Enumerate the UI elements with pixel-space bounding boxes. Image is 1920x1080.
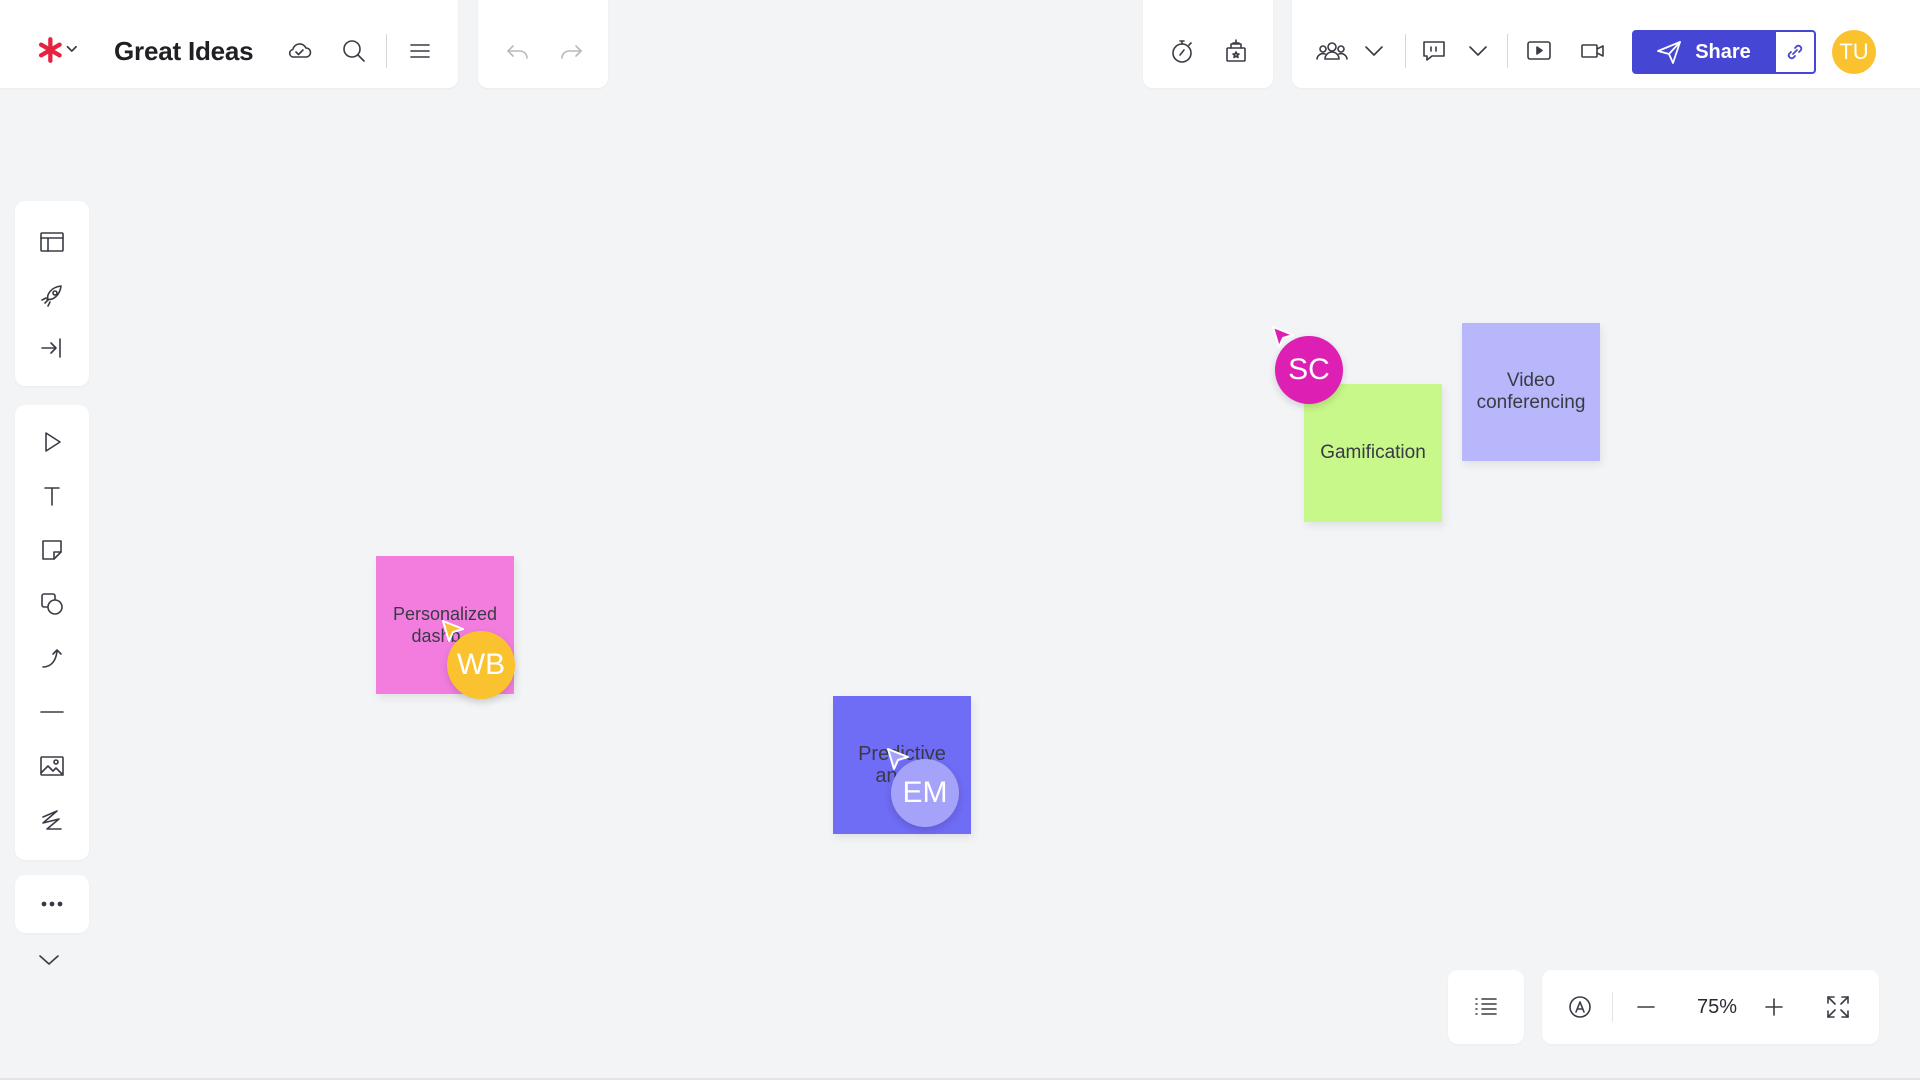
toolbar-divider <box>1507 34 1508 68</box>
zoom-level[interactable]: 75% <box>1687 996 1747 1019</box>
fullscreen-icon[interactable] <box>1820 989 1856 1025</box>
board-tools-panel <box>1143 0 1273 88</box>
copy-link-button[interactable] <box>1774 30 1816 74</box>
cloud-save-icon[interactable] <box>281 33 317 69</box>
sticky-note[interactable]: Video conferencing <box>1462 323 1600 461</box>
shapes-icon[interactable] <box>34 586 70 622</box>
collaboration-toolbar: Share TU <box>1292 0 1920 88</box>
toolbar-divider <box>1405 34 1406 68</box>
app-logo-icon <box>38 37 77 63</box>
left-toolbar-more <box>15 875 89 933</box>
outline-panel <box>1448 970 1524 1044</box>
outline-list-icon[interactable] <box>1468 989 1504 1025</box>
autofit-icon[interactable] <box>1562 989 1598 1025</box>
timer-icon[interactable] <box>1164 33 1200 69</box>
sticky-note-icon[interactable] <box>34 532 70 568</box>
chevron-down-icon[interactable] <box>1460 33 1496 69</box>
sticky-note[interactable]: Gamification <box>1304 384 1442 522</box>
left-toolbar-tools <box>15 405 89 860</box>
voting-icon[interactable] <box>1218 33 1254 69</box>
zoom-in-icon[interactable] <box>1756 989 1792 1025</box>
link-icon <box>1787 44 1803 60</box>
share-button-label: Share <box>1695 40 1751 63</box>
comment-icon[interactable] <box>1416 33 1452 69</box>
present-icon[interactable] <box>1521 33 1557 69</box>
more-tools-icon[interactable] <box>34 886 70 922</box>
pen-draw-icon[interactable] <box>34 802 70 838</box>
document-title[interactable]: Great Ideas <box>114 36 254 67</box>
share-button[interactable]: Share <box>1632 30 1774 74</box>
import-icon[interactable] <box>34 330 70 366</box>
undo-icon[interactable] <box>500 33 536 69</box>
templates-icon[interactable] <box>34 224 70 260</box>
text-tool-icon[interactable] <box>34 478 70 514</box>
document-header: Great Ideas <box>0 0 458 88</box>
zoom-controls: 75% <box>1542 970 1879 1044</box>
collaborators-icon[interactable] <box>1310 33 1354 69</box>
collapse-toolbar-chevron-icon[interactable] <box>31 942 67 978</box>
header-divider <box>386 34 387 68</box>
redo-icon[interactable] <box>553 33 589 69</box>
hamburger-menu-icon[interactable] <box>402 33 438 69</box>
send-icon <box>1657 41 1682 64</box>
line-tool-icon[interactable] <box>34 694 70 730</box>
collaborator-avatar: SC <box>1275 336 1343 404</box>
select-pointer-icon[interactable] <box>34 424 70 460</box>
collaborator-avatar: WB <box>447 631 515 699</box>
zoom-divider <box>1612 992 1613 1022</box>
search-icon[interactable] <box>336 33 372 69</box>
connector-arrow-icon[interactable] <box>34 640 70 676</box>
user-avatar[interactable]: TU <box>1832 30 1876 74</box>
video-camera-icon[interactable] <box>1575 33 1611 69</box>
left-toolbar-top <box>15 201 89 386</box>
history-panel <box>478 0 608 88</box>
zoom-out-icon[interactable] <box>1628 989 1664 1025</box>
app-menu-button[interactable] <box>30 32 90 68</box>
image-icon[interactable] <box>34 748 70 784</box>
chevron-down-icon[interactable] <box>1356 33 1392 69</box>
rocket-icon[interactable] <box>34 278 70 314</box>
collaborator-avatar: EM <box>891 759 959 827</box>
